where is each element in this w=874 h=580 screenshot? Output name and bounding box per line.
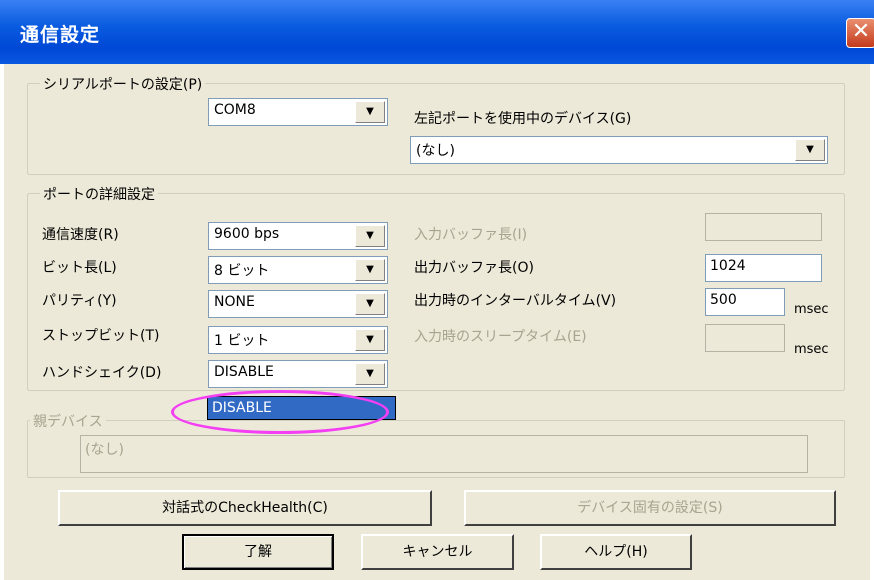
chevron-down-icon[interactable]: ▼ [355, 293, 385, 315]
handshake-select[interactable]: DISABLE ▼ [208, 360, 388, 388]
input-buffer-label: 入力バッファ長(I) [414, 227, 528, 243]
cancel-button[interactable]: キャンセル [361, 534, 514, 570]
port-select[interactable]: COM8 ▼ [208, 98, 388, 126]
input-sleep-unit: msec [794, 342, 829, 357]
bits-label: ビット長(L) [42, 260, 117, 276]
parent-device-field: (なし) [80, 435, 808, 473]
output-interval-value: 500 [710, 292, 737, 308]
parity-select[interactable]: NONE ▼ [208, 290, 388, 318]
device-label: 左記ポートを使用中のデバイス(G) [414, 111, 632, 127]
title-bar[interactable] [0, 0, 874, 64]
chevron-down-icon[interactable]: ▼ [795, 139, 825, 161]
bits-select-value: 8 ビット [214, 263, 270, 279]
bits-select[interactable]: 8 ビット ▼ [208, 256, 388, 284]
chevron-down-icon[interactable]: ▼ [355, 363, 385, 385]
output-buffer-value: 1024 [710, 258, 746, 274]
baud-select[interactable]: 9600 bps ▼ [208, 222, 388, 250]
handshake-label: ハンドシェイク(D) [42, 365, 162, 381]
close-icon[interactable]: ✕ [846, 18, 874, 48]
output-interval-unit: msec [794, 302, 829, 317]
device-select[interactable]: (なし) ▼ [410, 136, 828, 164]
output-interval-field[interactable]: 500 [705, 288, 785, 316]
help-button[interactable]: ヘルプ(H) [540, 534, 692, 570]
baud-label: 通信速度(R) [42, 227, 119, 243]
chevron-down-icon[interactable]: ▼ [355, 101, 385, 123]
output-buffer-field[interactable]: 1024 [705, 254, 822, 282]
chevron-down-icon[interactable]: ▼ [355, 329, 385, 351]
chevron-down-icon[interactable]: ▼ [355, 225, 385, 247]
port-select-value: COM8 [214, 102, 256, 118]
serial-port-group-label: シリアルポートの設定(P) [40, 74, 206, 94]
stop-bit-select[interactable]: 1 ビット ▼ [208, 326, 388, 354]
chevron-down-icon[interactable]: ▼ [355, 259, 385, 281]
baud-select-value: 9600 bps [214, 226, 280, 242]
parity-label: パリティ(Y) [42, 293, 117, 309]
check-health-button[interactable]: 対話式のCheckHealth(C) [58, 490, 432, 526]
parity-select-value: NONE [214, 294, 255, 310]
input-buffer-field [705, 213, 822, 241]
stop-bit-select-value: 1 ビット [214, 333, 270, 349]
annotation-ellipse [171, 390, 389, 434]
handshake-select-value: DISABLE [214, 364, 274, 380]
ok-button[interactable]: 了解 [182, 534, 334, 570]
device-specific-settings-button[interactable]: デバイス固有の設定(S) [464, 490, 836, 526]
input-sleep-label: 入力時のスリープタイム(E) [414, 329, 587, 345]
output-buffer-label: 出力バッファ長(O) [414, 260, 534, 276]
parent-device-value: (なし) [85, 442, 124, 458]
port-details-group-label: ポートの詳細設定 [40, 184, 158, 204]
device-select-value: (なし) [416, 143, 455, 159]
window-title: 通信設定 [20, 24, 101, 46]
input-sleep-field [705, 324, 785, 352]
output-interval-label: 出力時のインターバルタイム(V) [414, 293, 617, 309]
stop-bit-label: ストップビット(T) [42, 328, 160, 344]
parent-device-group-label: 親デバイス [30, 411, 106, 431]
